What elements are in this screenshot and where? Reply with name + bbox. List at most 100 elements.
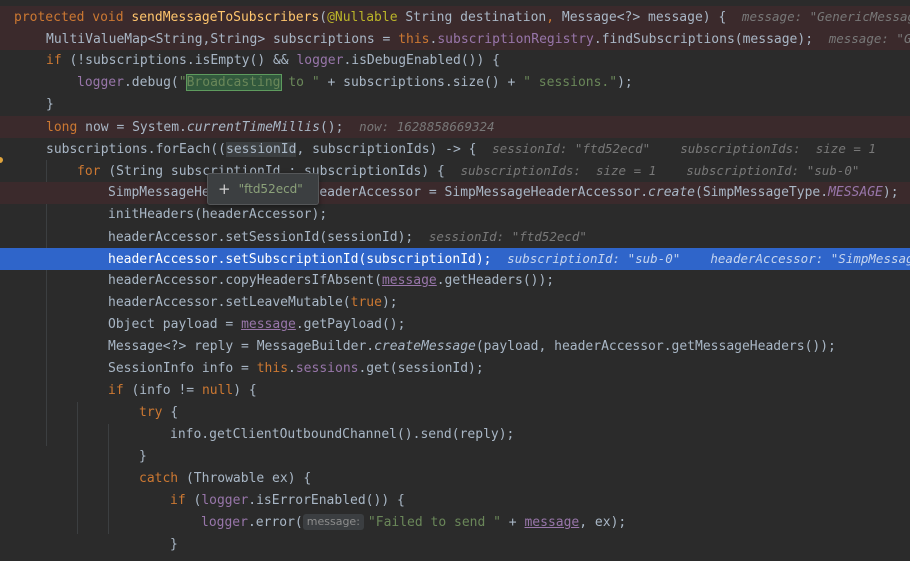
code-token: create xyxy=(648,185,696,200)
code-token: Message<?> reply = MessageBuilder. xyxy=(108,339,375,354)
code-text: protected void sendMessageToSubscribers(… xyxy=(0,9,910,25)
code-token: message xyxy=(524,515,580,530)
code-text: logger.error(message: "Failed to send " +… xyxy=(0,514,626,530)
code-text: MultiValueMap<String,String> subscriptio… xyxy=(0,31,910,47)
code-token: message xyxy=(241,317,296,332)
code-line[interactable]: catch (Throwable ex) { xyxy=(0,468,910,490)
code-token: MultiValueMap<String,String> subscriptio… xyxy=(46,32,399,47)
code-token: } xyxy=(170,537,178,552)
code-line[interactable]: if (info != null) { xyxy=(0,380,910,402)
code-text: subscriptions.forEach((sessionId, subscr… xyxy=(0,141,876,157)
code-text: catch (Throwable ex) { xyxy=(0,471,311,486)
code-text: logger.debug("Broadcasting to " + subscr… xyxy=(0,74,633,91)
code-token: (info != xyxy=(131,383,202,398)
code-token: to " xyxy=(280,75,320,90)
code-token: if xyxy=(108,383,132,398)
code-token: if xyxy=(170,493,194,508)
debugger-value-popup: + "ftd52ecd" xyxy=(207,173,319,205)
add-watch-icon[interactable]: + xyxy=(218,180,231,198)
code-token: (!subscriptions.isEmpty() && xyxy=(69,53,297,68)
code-line[interactable]: info.getClientOutboundChannel().send(rep… xyxy=(0,424,910,446)
code-text: } xyxy=(0,537,178,552)
code-token: subscriptions.forEach(( xyxy=(46,142,227,157)
code-token: currentTimeMillis xyxy=(186,120,320,135)
code-text: headerAccessor.setSessionId(sessionId); … xyxy=(0,229,587,245)
code-token: try xyxy=(139,405,171,420)
code-line[interactable]: Object payload = message.getPayload(); xyxy=(0,314,910,336)
code-token: @Nullable xyxy=(327,10,406,25)
code-token: Object payload = xyxy=(108,317,242,332)
code-token: , subscriptionIds) -> { xyxy=(296,142,493,157)
code-token: protected void xyxy=(14,10,132,25)
code-text: for (String subscriptionId : subscriptio… xyxy=(0,163,859,179)
code-line[interactable]: if (logger.isErrorEnabled()) { xyxy=(0,490,910,512)
code-token: .findSubscriptions(message); xyxy=(593,32,829,47)
breakpoint-line[interactable]: protected void sendMessageToSubscribers(… xyxy=(0,6,910,28)
code-token: headerAccessor.setLeaveMutable( xyxy=(108,295,351,310)
code-line[interactable]: Message<?> reply = MessageBuilder.create… xyxy=(0,336,910,358)
code-line[interactable]: initHeaders(headerAccessor); xyxy=(0,204,910,226)
code-line[interactable]: if (!subscriptions.isEmpty() && logger.i… xyxy=(0,50,910,72)
code-line[interactable]: try { xyxy=(0,402,910,424)
code-line[interactable]: logger.debug("Broadcasting to " + subscr… xyxy=(0,72,910,94)
code-token: Message<?> message) { xyxy=(561,10,742,25)
code-token: .getPayload(); xyxy=(295,317,406,332)
code-token: for xyxy=(77,164,109,179)
inline-debug-value: subscriptionId: "sub-0" headerAccessor: … xyxy=(507,251,910,266)
code-token: true xyxy=(350,295,382,310)
code-text: Message<?> reply = MessageBuilder.create… xyxy=(0,339,836,354)
code-token: .get(sessionId); xyxy=(358,361,484,376)
code-token: now = System. xyxy=(85,120,187,135)
code-token: "Failed to send " xyxy=(367,515,501,530)
code-text: try { xyxy=(0,405,178,420)
breakpoint-line[interactable]: long now = System.currentTimeMillis(); n… xyxy=(0,116,910,138)
code-token: long xyxy=(46,120,86,135)
code-line[interactable]: headerAccessor.setSessionId(sessionId); … xyxy=(0,226,910,248)
code-line[interactable]: } xyxy=(0,446,910,468)
code-token: } xyxy=(139,449,147,464)
code-token: Broadcasting xyxy=(185,74,282,91)
execution-line[interactable]: headerAccessor.setSubscriptionId(subscri… xyxy=(0,248,910,270)
code-line[interactable]: } xyxy=(0,94,910,116)
code-text: headerAccessor.setSubscriptionId(subscri… xyxy=(0,251,910,267)
inline-debug-value: message: "GenericMessage [payload=byte[0… xyxy=(741,9,910,24)
code-token: info.getClientOutboundChannel().send(rep… xyxy=(170,427,515,442)
code-token: this xyxy=(256,361,289,376)
code-text: } xyxy=(0,97,54,112)
code-token: message xyxy=(381,273,437,288)
code-text: if (!subscriptions.isEmpty() && logger.i… xyxy=(0,53,500,68)
code-token: { xyxy=(170,405,179,420)
code-token: sendMessageToSubscribers xyxy=(131,10,320,25)
code-text: SessionInfo info = this.sessions.get(ses… xyxy=(0,361,484,376)
code-text: if (info != null) { xyxy=(0,383,257,398)
code-text: Object payload = message.getPayload(); xyxy=(0,317,405,332)
code-token: logger xyxy=(77,75,124,90)
code-line[interactable]: } xyxy=(0,534,910,556)
breakpoint-line[interactable]: SimpMessageHeaderAccessor headerAccessor… xyxy=(0,182,910,204)
code-token: } xyxy=(46,97,54,112)
code-line[interactable]: subscriptions.forEach((sessionId, subscr… xyxy=(0,138,910,160)
code-token: + xyxy=(500,515,525,530)
code-token: initHeaders(headerAccessor); xyxy=(108,207,328,222)
code-line[interactable]: logger.error(message: "Failed to send " +… xyxy=(0,512,910,534)
code-token: (SimpMessageType. xyxy=(695,185,829,200)
code-token: headerAccessor.setSubscriptionId(subscri… xyxy=(108,252,508,267)
code-line[interactable]: headerAccessor.setLeaveMutable(true); xyxy=(0,292,910,314)
code-editor[interactable]: protected void sendMessageToSubscribers(… xyxy=(0,0,910,561)
code-token: ); xyxy=(882,185,899,200)
code-token: (Throwable ex) { xyxy=(185,471,312,486)
code-token: .getHeaders()); xyxy=(436,273,555,288)
code-text: } xyxy=(0,449,147,464)
code-line[interactable]: SessionInfo info = this.sessions.get(ses… xyxy=(0,358,910,380)
code-token: logger xyxy=(201,515,248,530)
code-token: ); xyxy=(617,75,633,90)
code-token: SimpMessageHeaderAccessor headerAccessor… xyxy=(108,185,649,200)
code-token: (payload, headerAccessor.getMessageHeade… xyxy=(475,339,836,354)
code-line[interactable]: headerAccessor.copyHeadersIfAbsent(messa… xyxy=(0,270,910,292)
breakpoint-line[interactable]: MultiValueMap<String,String> subscriptio… xyxy=(0,28,910,50)
code-token: catch xyxy=(139,471,186,486)
code-token: .isErrorEnabled()) { xyxy=(248,493,405,508)
code-token: " sessions." xyxy=(523,75,618,90)
code-token: ( xyxy=(319,10,328,25)
code-line[interactable]: for (String subscriptionId : subscriptio… xyxy=(0,160,910,182)
